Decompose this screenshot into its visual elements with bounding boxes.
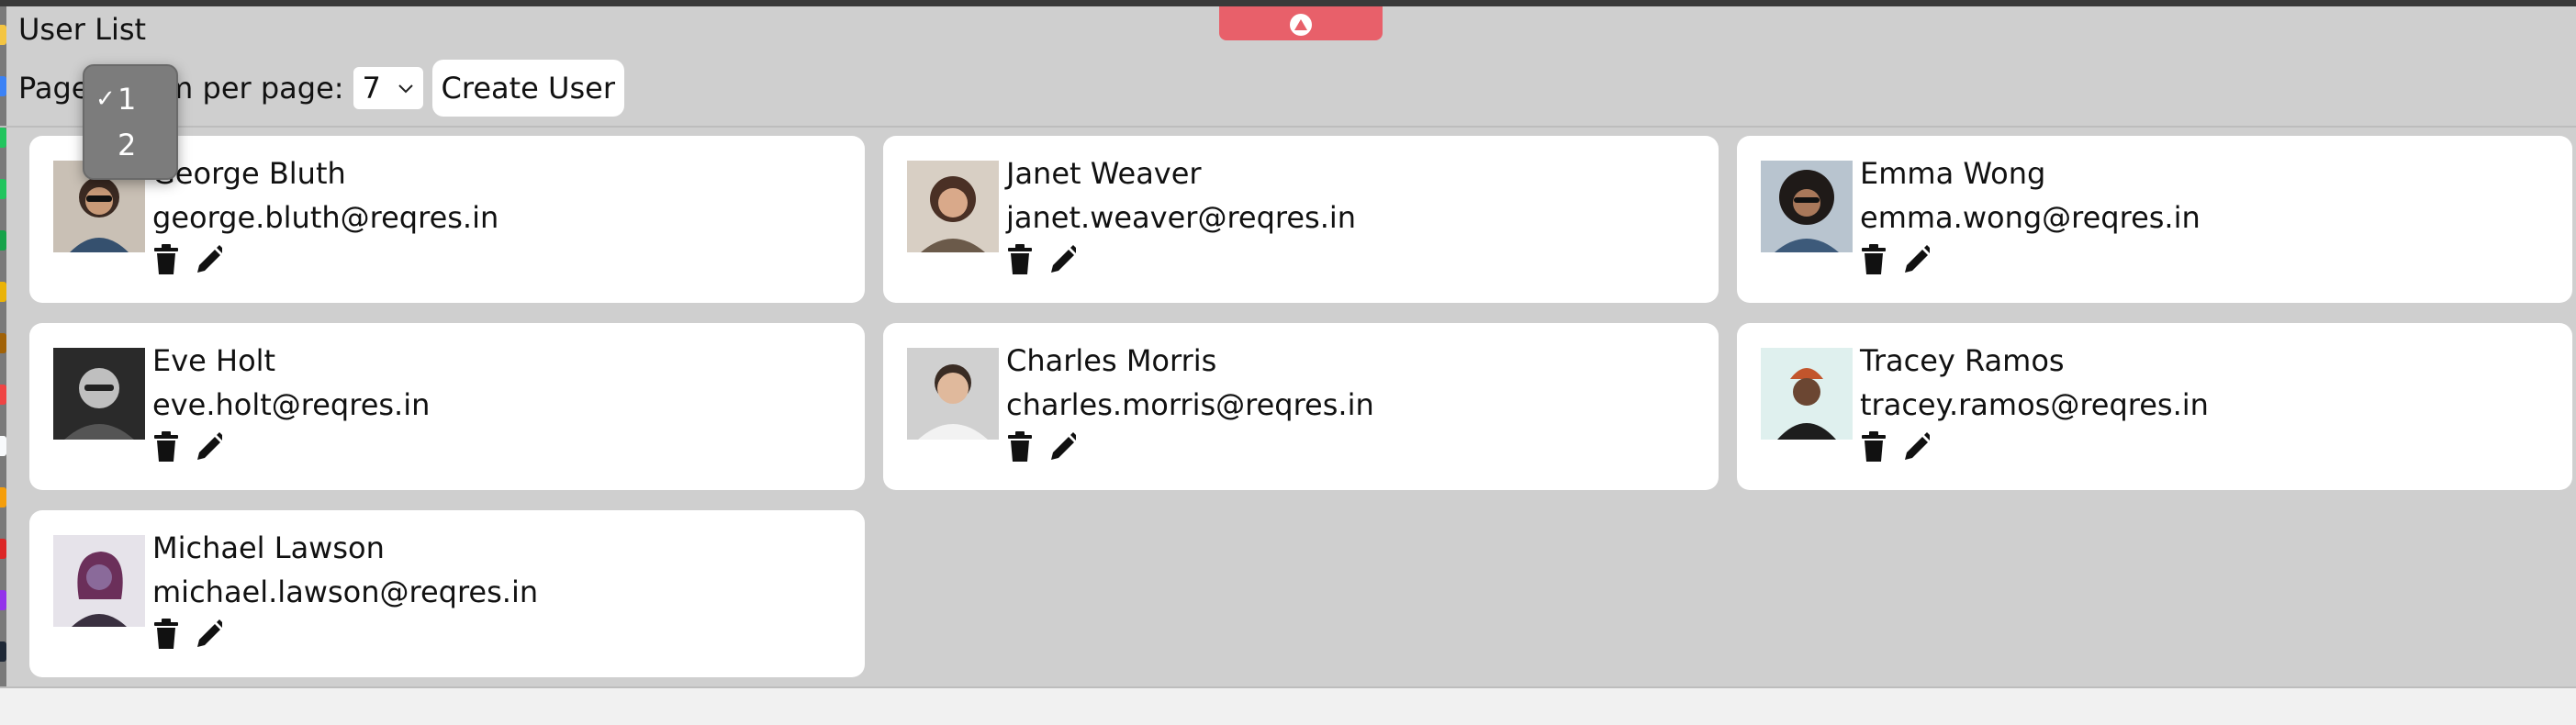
avatar xyxy=(907,161,999,252)
dock-app-icon[interactable] xyxy=(0,436,6,456)
pencil-icon[interactable] xyxy=(195,619,222,650)
user-card: Emma Wong emma.wong@reqres.in xyxy=(1737,136,2572,303)
user-email: emma.wong@reqres.in xyxy=(1860,200,2201,235)
user-card: Michael Lawson michael.lawson@reqres.in xyxy=(29,510,865,677)
dock-app-icon[interactable] xyxy=(0,641,6,662)
dock-app-icon[interactable] xyxy=(0,128,6,148)
dock-app-icon[interactable] xyxy=(0,76,6,96)
share-icon xyxy=(1290,13,1312,36)
avatar xyxy=(53,348,145,440)
screen-share-indicator[interactable] xyxy=(1219,6,1383,40)
avatar xyxy=(1761,348,1853,440)
dock-strip xyxy=(0,6,6,725)
checkmark-icon: ✓ xyxy=(95,85,116,113)
user-name: Emma Wong xyxy=(1860,156,2046,191)
header-divider xyxy=(0,126,2576,128)
user-email: janet.weaver@reqres.in xyxy=(1006,200,1357,235)
user-name: Janet Weaver xyxy=(1006,156,1202,191)
pencil-icon[interactable] xyxy=(195,244,222,275)
pencil-icon[interactable] xyxy=(195,431,222,463)
page-option-label: 1 xyxy=(118,82,137,117)
items-per-page-value: 7 xyxy=(362,71,381,106)
dock-app-icon[interactable] xyxy=(0,385,6,405)
page-label: Page xyxy=(18,71,90,106)
dock-app-icon[interactable] xyxy=(0,487,6,508)
pencil-icon[interactable] xyxy=(1902,244,1930,275)
dock-app-icon[interactable] xyxy=(0,25,6,45)
dock-app-icon[interactable] xyxy=(0,230,6,251)
dock-app-icon[interactable] xyxy=(0,333,6,353)
trash-icon[interactable] xyxy=(1860,431,1887,463)
footer-area xyxy=(0,688,2576,725)
page-option-2[interactable]: 2 xyxy=(95,125,136,165)
user-card: Janet Weaver janet.weaver@reqres.in xyxy=(883,136,1719,303)
pencil-icon[interactable] xyxy=(1048,431,1076,463)
user-email: george.bluth@reqres.in xyxy=(152,200,499,235)
page-title: User List xyxy=(18,12,147,47)
user-card: Tracey Ramos tracey.ramos@reqres.in xyxy=(1737,323,2572,490)
page-option-1[interactable]: ✓ 1 xyxy=(95,79,136,119)
user-card: Charles Morris charles.morris@reqres.in xyxy=(883,323,1719,490)
trash-icon[interactable] xyxy=(1006,431,1034,463)
user-email: eve.holt@reqres.in xyxy=(152,387,431,422)
create-user-button[interactable]: Create User xyxy=(431,60,624,117)
avatar xyxy=(907,348,999,440)
trash-icon[interactable] xyxy=(152,619,180,650)
trash-icon[interactable] xyxy=(152,431,180,463)
dock-app-icon[interactable] xyxy=(0,539,6,559)
user-email: charles.morris@reqres.in xyxy=(1006,387,1374,422)
dock-app-icon[interactable] xyxy=(0,590,6,610)
trash-icon[interactable] xyxy=(1860,244,1887,275)
page-option-label: 2 xyxy=(118,128,137,162)
avatar xyxy=(1761,161,1853,252)
trash-icon[interactable] xyxy=(1006,244,1034,275)
user-name: Eve Holt xyxy=(152,343,276,378)
user-name: Tracey Ramos xyxy=(1860,343,2065,378)
user-name: George Bluth xyxy=(152,156,346,191)
pencil-icon[interactable] xyxy=(1048,244,1076,275)
page-select-dropdown[interactable]: ✓ 1 2 xyxy=(83,64,178,180)
user-name: Charles Morris xyxy=(1006,343,1217,378)
trash-icon[interactable] xyxy=(152,244,180,275)
chevron-down-icon xyxy=(398,84,413,94)
avatar xyxy=(53,535,145,627)
user-name: Michael Lawson xyxy=(152,530,385,565)
user-email: tracey.ramos@reqres.in xyxy=(1860,387,2209,422)
pencil-icon[interactable] xyxy=(1902,431,1930,463)
dock-app-icon[interactable] xyxy=(0,179,6,199)
user-email: michael.lawson@reqres.in xyxy=(152,574,539,609)
window-top-bar xyxy=(0,0,2576,6)
dock-app-icon[interactable] xyxy=(0,282,6,302)
user-card: Eve Holt eve.holt@reqres.in xyxy=(29,323,865,490)
items-per-page-select[interactable]: 7 xyxy=(353,67,423,109)
